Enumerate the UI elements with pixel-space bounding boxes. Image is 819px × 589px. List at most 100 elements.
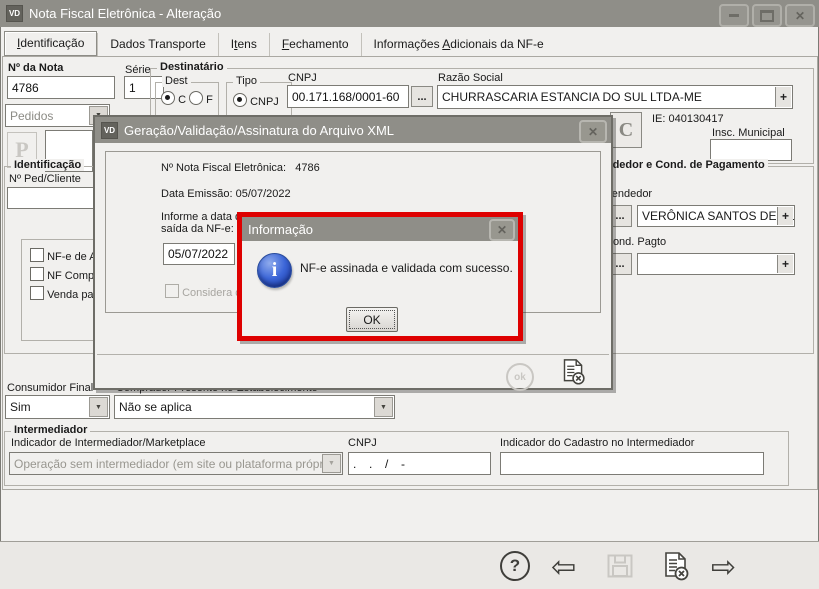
dest-group-label: Dest — [162, 75, 191, 87]
dest-radio-f[interactable]: F — [189, 91, 213, 106]
tab-bar: Identificação Dados Transporte Itens Fec… — [4, 30, 556, 56]
intermediador-group: Intermediador Indicador de Intermediador… — [4, 431, 789, 486]
document-x-icon — [661, 551, 691, 583]
razao-social-input[interactable]: CHURRASCARIA ESTANCIA DO SUL LTDA-ME + — [437, 85, 793, 109]
checkbox-icon — [30, 286, 44, 300]
radio-f-icon — [189, 91, 203, 105]
consumidor-final-label: Consumidor Final — [7, 382, 93, 394]
document-x-icon — [560, 358, 587, 387]
back-button[interactable]: ⇦ — [551, 553, 576, 583]
checkbox-icon — [30, 267, 44, 281]
vendedor-group: Vendedor e Cond. de Pagamento Vendedor .… — [583, 166, 814, 354]
xml-nota-line: Nº Nota Fiscal Eletrônica: 4786 — [161, 162, 320, 174]
window-title: Nota Fiscal Eletrônica - Alteração — [29, 6, 221, 21]
help-button[interactable]: ? — [500, 551, 530, 581]
consumidor-final-combobox[interactable]: Sim ▼ — [5, 395, 110, 419]
cnpj-lookup-button[interactable]: ... — [411, 86, 433, 107]
ellipsis-icon: ... — [615, 210, 624, 222]
info-ok-button[interactable]: OK — [346, 307, 398, 332]
checkbox-icon — [165, 284, 179, 298]
data-saida-input[interactable] — [163, 243, 235, 265]
ie-value: IE: 040130417 — [652, 113, 724, 125]
info-icon-wrap: i — [257, 253, 292, 288]
footer-toolbar: ? ⇦ ⇨ — [0, 541, 819, 589]
nota-label: Nº da Nota — [8, 62, 63, 74]
ellipsis-icon: ... — [615, 258, 624, 270]
check-nfe-ajuste[interactable]: NF-e de A — [30, 248, 97, 263]
ped-cliente-label: Nº Ped/Cliente — [9, 173, 81, 185]
cond-pagto-input[interactable]: + — [637, 253, 795, 275]
arrow-left-icon: ⇦ — [551, 550, 576, 585]
chevron-down-icon: ▼ — [89, 397, 108, 417]
minimize-button[interactable] — [719, 4, 749, 27]
comprador-presente-combobox[interactable]: Não se aplica ▼ — [114, 395, 395, 419]
razao-add-button[interactable]: + — [775, 87, 791, 107]
plus-icon: + — [780, 90, 787, 104]
plus-icon: + — [782, 257, 789, 271]
considera-checkbox[interactable]: Considera de — [165, 284, 248, 299]
indicador-marketplace-combobox[interactable]: Operação sem intermediador (em site ou p… — [9, 452, 343, 475]
vendedor-add-button[interactable]: + — [777, 207, 793, 225]
indicador-cadastro-input[interactable] — [500, 452, 764, 475]
tab-itens[interactable]: Itens — [218, 33, 269, 56]
cond-pagto-add-button[interactable]: + — [777, 255, 793, 273]
radio-cnpj-icon — [233, 93, 247, 107]
maximize-button[interactable] — [752, 4, 782, 27]
tab-dados-transporte[interactable]: Dados Transporte — [97, 33, 217, 56]
arrow-right-icon: ⇨ — [711, 550, 736, 585]
xml-dialog-title: Geração/Validação/Assinatura do Arquivo … — [124, 123, 394, 138]
checkbox-icon — [30, 248, 44, 262]
c-button[interactable]: C — [610, 112, 642, 148]
xml-dialog-close-button[interactable]: ✕ — [579, 120, 607, 143]
chevron-down-icon: ▼ — [374, 397, 393, 417]
close-button[interactable]: ✕ — [785, 4, 815, 27]
indicador-cadastro-label: Indicador do Cadastro no Intermediador — [500, 437, 694, 449]
main-window: VD Nota Fiscal Eletrônica - Alteração ✕ … — [0, 0, 819, 589]
serie-label: Série — [125, 64, 151, 76]
cnpj-input[interactable] — [287, 85, 409, 108]
tab-informacoes-adicionais[interactable]: Informações Adicionais da NF-e — [361, 33, 556, 56]
cancel-document-button[interactable] — [661, 551, 691, 583]
xml-informe-line2: saída da NF-e: — [161, 223, 234, 235]
main-titlebar: VD Nota Fiscal Eletrônica - Alteração ✕ — [0, 0, 819, 27]
indicador-marketplace-label: Indicador de Intermediador/Marketplace — [11, 437, 205, 449]
xml-cancel-button[interactable] — [560, 358, 587, 387]
question-icon: ? — [510, 556, 520, 576]
tipo-group-label: Tipo — [233, 75, 260, 87]
maximize-icon — [760, 10, 774, 22]
check-nf-complementar[interactable]: NF Comple — [30, 267, 103, 282]
forward-button[interactable]: ⇨ — [711, 553, 736, 583]
intermediador-group-label: Intermediador — [11, 424, 90, 436]
tipo-group: Tipo CNPJ — [226, 82, 292, 118]
check-venda[interactable]: Venda par — [30, 286, 97, 301]
tab-fechamento[interactable]: Fechamento — [269, 33, 361, 56]
cnpj-label: CNPJ — [288, 72, 317, 84]
close-icon: ✕ — [795, 10, 805, 22]
dest-radio-c[interactable]: C — [161, 91, 186, 106]
close-icon: ✕ — [497, 224, 507, 236]
plus-icon: + — [782, 209, 789, 223]
xml-nota-value: 4786 — [295, 162, 319, 174]
close-icon: ✕ — [588, 126, 598, 138]
app-logo-icon: VD — [101, 122, 118, 139]
info-icon: i — [257, 253, 292, 288]
intermediador-cnpj-input[interactable] — [348, 452, 491, 475]
save-button[interactable] — [607, 554, 633, 578]
insc-municipal-input[interactable] — [710, 139, 792, 161]
razao-social-label: Razão Social — [438, 72, 503, 84]
insc-municipal-label: Insc. Municipal — [712, 127, 785, 139]
info-message: NF-e assinada e validada com sucesso. — [300, 261, 513, 275]
xml-dialog-separator — [97, 354, 609, 355]
info-dialog-titlebar: Informação ✕ — [242, 217, 518, 241]
destinatario-group-label: Destinatário — [157, 61, 227, 73]
tab-identificacao[interactable]: Identificação — [4, 31, 97, 56]
chevron-down-icon: ▼ — [322, 454, 341, 473]
nota-input[interactable] — [7, 76, 115, 99]
tipo-radio-cnpj[interactable]: CNPJ — [233, 93, 279, 108]
ellipsis-icon: ... — [417, 91, 426, 103]
xml-ok-button[interactable]: ok — [506, 363, 534, 391]
vendedor-input[interactable]: VERÔNICA SANTOS DE OLIVE + — [637, 205, 795, 227]
intermediador-cnpj-label: CNPJ — [348, 437, 377, 449]
info-dialog-title: Informação — [248, 222, 313, 237]
info-dialog-close-button[interactable]: ✕ — [489, 219, 515, 241]
